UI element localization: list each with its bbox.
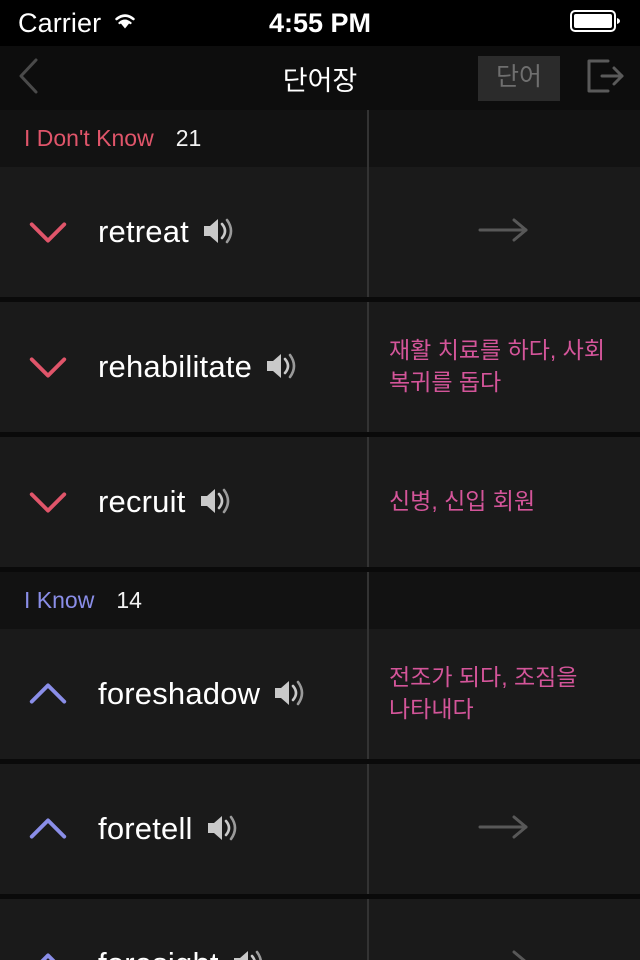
vocabulary-row[interactable]: rehabilitate 재활 치료를 하다, 사회 복귀를 돕다 xyxy=(0,302,640,432)
translation-cell[interactable] xyxy=(367,764,640,894)
word-label: foreshadow xyxy=(98,676,261,711)
translation-label: 재활 치료를 하다, 사회 복귀를 돕다 xyxy=(389,337,606,395)
vocabulary-row[interactable]: foresight xyxy=(0,899,640,960)
word-label: foresight xyxy=(98,946,219,960)
word-cell[interactable]: foretell xyxy=(0,764,367,894)
column-divider xyxy=(367,572,369,629)
translation-label: 신병, 신입 회원 xyxy=(389,488,536,515)
word-with-audio[interactable]: recruit xyxy=(98,483,234,522)
chevron-up-icon[interactable] xyxy=(26,949,70,960)
section-count: 14 xyxy=(116,587,142,613)
word-cell[interactable]: foreshadow xyxy=(0,629,367,759)
vocabulary-row[interactable]: retreat xyxy=(0,167,640,297)
back-button[interactable] xyxy=(14,54,68,103)
navigation-bar: 단어장 단어 xyxy=(0,46,640,110)
word-cell[interactable]: foresight xyxy=(0,899,367,960)
translation-cell[interactable]: 신병, 신입 회원 xyxy=(367,437,640,567)
word-label: rehabilitate xyxy=(98,349,253,384)
section-count: 21 xyxy=(175,125,202,151)
chevron-up-icon[interactable] xyxy=(26,679,70,709)
status-bar-left: Carrier xyxy=(18,8,139,39)
translation-cell[interactable] xyxy=(367,167,640,297)
word-cell[interactable]: retreat xyxy=(0,167,367,297)
column-divider xyxy=(367,110,369,167)
wifi-icon xyxy=(111,10,139,37)
carrier-label: Carrier xyxy=(18,7,102,38)
status-bar: Carrier 4:55 PM xyxy=(0,0,640,46)
battery-full-icon xyxy=(570,8,622,39)
word-with-audio[interactable]: rehabilitate xyxy=(98,348,300,387)
status-bar-right xyxy=(570,8,622,39)
chevron-down-icon[interactable] xyxy=(26,352,70,382)
word-with-audio[interactable]: retreat xyxy=(98,213,237,252)
word-cell[interactable]: rehabilitate xyxy=(0,302,367,432)
word-label: recruit xyxy=(98,484,186,519)
section-header-know: I Know 14 xyxy=(0,572,640,629)
logout-icon[interactable] xyxy=(582,53,626,104)
word-with-audio[interactable]: foreshadow xyxy=(98,675,308,714)
section-header-dont-know: I Don't Know 21 xyxy=(0,110,640,167)
section-title: I Don't Know xyxy=(24,125,154,151)
translation-cell[interactable]: 재활 치료를 하다, 사회 복귀를 돕다 xyxy=(367,302,640,432)
translation-cell[interactable] xyxy=(367,899,640,960)
translation-label: 전조가 되다, 조짐을 나타내다 xyxy=(389,664,578,722)
section-title: I Know xyxy=(24,587,95,613)
word-cell[interactable]: recruit xyxy=(0,437,367,567)
speaker-icon[interactable] xyxy=(231,947,267,960)
vocabulary-row[interactable]: foreshadow 전조가 되다, 조짐을 나타내다 xyxy=(0,629,640,759)
chevron-up-icon[interactable] xyxy=(26,814,70,844)
arrow-right-icon[interactable] xyxy=(474,215,534,250)
speaker-icon[interactable] xyxy=(198,485,234,522)
word-button[interactable]: 단어 xyxy=(477,55,560,101)
arrow-right-icon[interactable] xyxy=(474,947,534,960)
translation-cell[interactable]: 전조가 되다, 조짐을 나타내다 xyxy=(367,629,640,759)
speaker-icon[interactable] xyxy=(272,677,308,714)
vocabulary-row[interactable]: foretell xyxy=(0,764,640,894)
chevron-down-icon[interactable] xyxy=(26,217,70,247)
word-with-audio[interactable]: foretell xyxy=(98,810,241,849)
word-with-audio[interactable]: foresight xyxy=(98,945,267,960)
arrow-right-icon[interactable] xyxy=(474,812,534,847)
navigation-actions: 단어 xyxy=(477,53,626,104)
speaker-icon[interactable] xyxy=(264,350,300,387)
word-label: foretell xyxy=(98,811,193,846)
vocabulary-list[interactable]: I Don't Know 21 retreat rehabilitate 재활 … xyxy=(0,110,640,960)
chevron-down-icon[interactable] xyxy=(26,487,70,517)
speaker-icon[interactable] xyxy=(201,215,237,252)
speaker-icon[interactable] xyxy=(205,812,241,849)
vocabulary-row[interactable]: recruit 신병, 신입 회원 xyxy=(0,437,640,567)
chevron-left-icon xyxy=(14,54,44,103)
word-label: retreat xyxy=(98,214,189,249)
